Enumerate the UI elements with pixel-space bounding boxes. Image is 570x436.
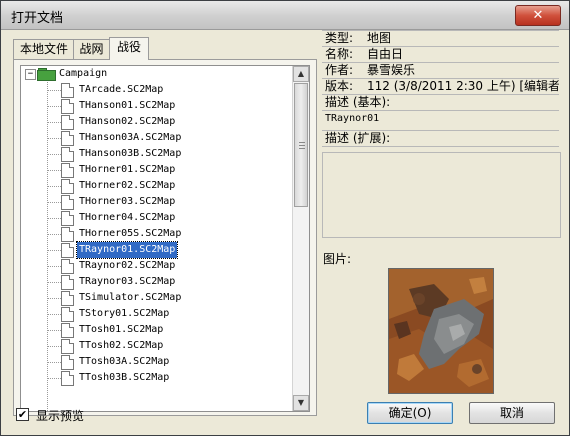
tree-root-campaign[interactable]: − Campaign	[21, 66, 281, 82]
tree-item-label: THanson01.SC2Map	[79, 100, 176, 111]
map-file-icon	[61, 339, 74, 354]
property-value: 暴雪娱乐	[367, 63, 416, 77]
property-value: 112 (3/8/2011 2:30 上午) [编辑者	[367, 79, 559, 93]
tree-item[interactable]: THanson03B.SC2Map	[21, 146, 281, 162]
tree-item-label: THorner01.SC2Map	[79, 164, 176, 175]
description-extended-label: 描述 (扩展):	[322, 130, 559, 147]
map-file-icon	[61, 275, 74, 290]
tree-item[interactable]: TTosh03B.SC2Map	[21, 370, 281, 386]
open-document-dialog: 打开文档 ✕ 本地文件 战网 战役 − Campaign TArcade.SC2…	[0, 0, 570, 436]
tree-item-label: TTosh03B.SC2Map	[79, 372, 170, 383]
map-file-icon	[61, 323, 74, 338]
tree-item-label: TTosh01.SC2Map	[79, 324, 164, 335]
map-file-icon	[61, 307, 74, 322]
property-key: 类型:	[325, 31, 354, 45]
property-key: 版本:	[325, 79, 354, 93]
property-key: 名称:	[325, 47, 354, 61]
tree-item-label: THanson02.SC2Map	[79, 116, 176, 127]
tree-item-label: TSimulator.SC2Map	[79, 292, 182, 303]
tree-item[interactable]: TRaynor02.SC2Map	[21, 258, 281, 274]
map-file-icon	[61, 195, 74, 210]
tree-item[interactable]: THorner04.SC2Map	[21, 210, 281, 226]
property-key: 作者:	[325, 63, 354, 77]
close-button[interactable]: ✕	[515, 5, 561, 26]
tree-item-label: TRaynor01.SC2Map	[75, 241, 179, 259]
map-file-icon	[61, 83, 74, 98]
tree-item[interactable]: THanson02.SC2Map	[21, 114, 281, 130]
ok-button[interactable]: 确定(O)	[367, 402, 453, 424]
tree-item[interactable]: TRaynor03.SC2Map	[21, 274, 281, 290]
description-basic-value: TRaynor01	[322, 110, 559, 130]
tree-item[interactable]: THorner02.SC2Map	[21, 178, 281, 194]
tab-panel: − Campaign TArcade.SC2Map THanson01.SC2Ma…	[13, 59, 317, 416]
tree-item-label: THorner04.SC2Map	[79, 212, 176, 223]
tree-item[interactable]: THorner03.SC2Map	[21, 194, 281, 210]
properties-panel: 类型: 地图 名称: 自由日 作者: 暴雪娱乐 版本: 112 (3/8/201…	[322, 30, 561, 244]
tab-battlenet[interactable]: 战网	[73, 39, 110, 59]
tree-item[interactable]: TArcade.SC2Map	[21, 82, 281, 98]
tree-item[interactable]: THanson01.SC2Map	[21, 98, 281, 114]
file-tree[interactable]: − Campaign TArcade.SC2Map THanson01.SC2Ma…	[20, 65, 310, 412]
map-file-icon	[61, 179, 74, 194]
tree-item-label: THanson03B.SC2Map	[79, 148, 182, 159]
scroll-down-button[interactable]: ▼	[293, 395, 309, 411]
tree-item[interactable]: TRaynor01.SC2Map	[21, 241, 281, 259]
tab-campaign[interactable]: 战役	[109, 37, 149, 60]
property-row-version: 版本: 112 (3/8/2011 2:30 上午) [编辑者	[322, 78, 559, 94]
property-value: 自由日	[367, 47, 404, 61]
tree-scrollbar[interactable]: ▲ ▼	[292, 66, 309, 411]
show-preview-label: 显示预览	[36, 409, 85, 423]
tree-item-label: TTosh02.SC2Map	[79, 340, 164, 351]
map-file-icon	[61, 211, 74, 226]
cancel-button[interactable]: 取消	[469, 402, 555, 424]
map-file-icon	[61, 115, 74, 130]
show-preview-checkbox[interactable]: ✔	[16, 408, 29, 421]
property-row-type: 类型: 地图	[322, 30, 559, 46]
tree-list: − Campaign TArcade.SC2Map THanson01.SC2Ma…	[21, 66, 291, 411]
tree-item-label: TRaynor02.SC2Map	[79, 260, 176, 271]
scroll-thumb[interactable]	[294, 83, 308, 207]
picture-label: 图片:	[323, 252, 352, 266]
tree-item[interactable]: THorner01.SC2Map	[21, 162, 281, 178]
tree-item-label: THorner03.SC2Map	[79, 196, 176, 207]
map-file-icon	[61, 163, 74, 178]
description-extended-box	[322, 152, 561, 238]
dialog-body: 本地文件 战网 战役 − Campaign TArcade.SC2Map THan…	[6, 30, 564, 430]
tree-item-label: THorner02.SC2Map	[79, 180, 176, 191]
tree-item-label: TStory01.SC2Map	[79, 308, 170, 319]
property-value: 地图	[367, 31, 392, 45]
map-file-icon	[61, 131, 74, 146]
property-row-author: 作者: 暴雪娱乐	[322, 62, 559, 78]
tree-item-label: TRaynor03.SC2Map	[79, 276, 176, 287]
map-preview-image	[388, 268, 494, 394]
map-file-icon	[61, 291, 74, 306]
map-file-icon	[61, 243, 74, 258]
map-file-icon	[61, 355, 74, 370]
tab-local-files[interactable]: 本地文件	[13, 39, 75, 59]
description-basic-label: 描述 (基本):	[322, 94, 559, 110]
map-file-icon	[61, 147, 74, 162]
tree-item-label: THorner05S.SC2Map	[79, 228, 182, 239]
tree-item-label: THanson03A.SC2Map	[79, 132, 182, 143]
map-file-icon	[61, 99, 74, 114]
window-title: 打开文档	[11, 11, 64, 26]
tree-item[interactable]: THanson03A.SC2Map	[21, 130, 281, 146]
folder-icon	[37, 68, 56, 81]
tree-item[interactable]: TStory01.SC2Map	[21, 306, 281, 322]
map-file-icon	[61, 259, 74, 274]
tree-item[interactable]: THorner05S.SC2Map	[21, 226, 281, 242]
collapse-icon[interactable]: −	[25, 69, 36, 80]
tree-item[interactable]: TSimulator.SC2Map	[21, 290, 281, 306]
tree-item[interactable]: TTosh01.SC2Map	[21, 322, 281, 338]
tree-item[interactable]: TTosh03A.SC2Map	[21, 354, 281, 370]
tree-item-label: TArcade.SC2Map	[79, 84, 164, 95]
map-file-icon	[61, 371, 74, 386]
tree-item[interactable]: TTosh02.SC2Map	[21, 338, 281, 354]
property-row-name: 名称: 自由日	[322, 46, 559, 62]
tree-item-label: TTosh03A.SC2Map	[79, 356, 170, 367]
map-file-icon	[61, 227, 74, 242]
scroll-up-button[interactable]: ▲	[293, 66, 309, 82]
title-bar[interactable]: 打开文档 ✕	[1, 1, 569, 30]
tree-root-label: Campaign	[59, 68, 108, 79]
